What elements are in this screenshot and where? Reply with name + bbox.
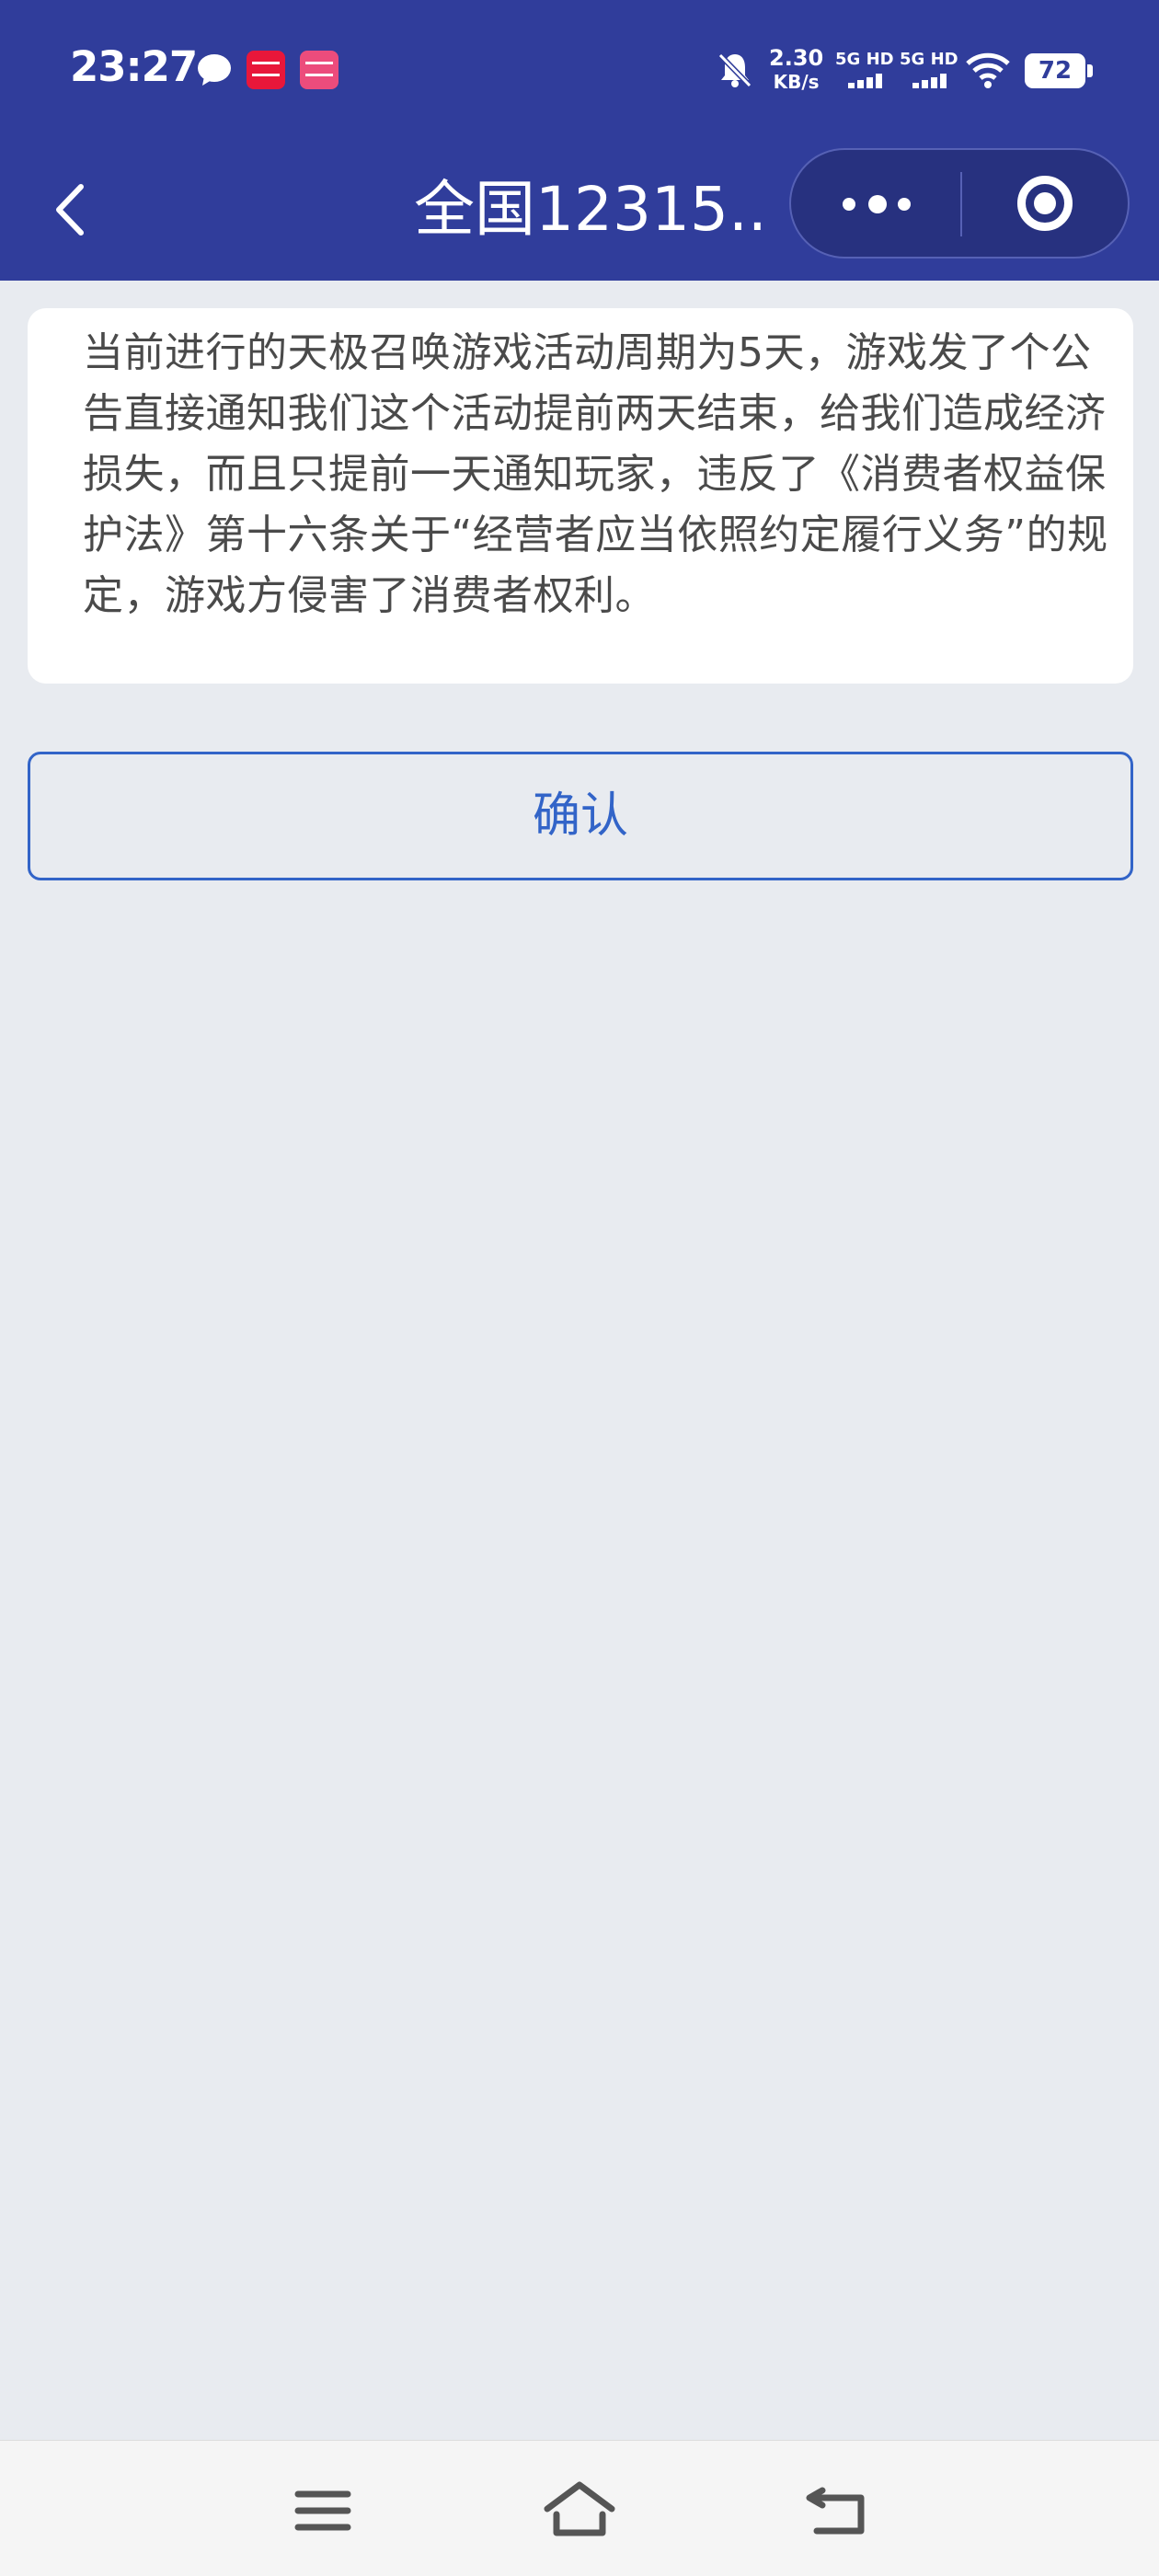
complaint-card: 当前进行的天极召唤游戏活动周期为5天，游戏发了个公告直接通知我们这个活动提前两天… — [28, 308, 1133, 684]
page-title: 全国12315... — [414, 174, 763, 245]
more-dots-icon[interactable] — [791, 150, 960, 257]
signal-icon — [848, 74, 889, 88]
target-close-icon[interactable] — [962, 150, 1128, 257]
signal-icon — [912, 74, 953, 88]
system-nav-bar — [0, 2440, 1159, 2576]
wifi-icon — [966, 52, 1010, 88]
chevron-left-icon[interactable] — [48, 178, 103, 242]
back-icon[interactable] — [797, 2474, 879, 2547]
network-speed: 2.30 KB/s — [769, 46, 823, 94]
top-nav-bar: 全国12315... — [0, 143, 1159, 281]
complaint-text: 当前进行的天极召唤游戏活动周期为5天，游戏发了个公告直接通知我们这个活动提前两天… — [83, 329, 1108, 619]
menu-icon[interactable] — [281, 2474, 364, 2547]
status-bar: 23:27 2.30 KB/s 5G HD 5G HD 72 — [0, 0, 1159, 143]
network-speed-unit: KB/s — [773, 71, 820, 93]
mini-program-capsule — [789, 148, 1130, 259]
signal-label: 5G HD — [835, 50, 894, 69]
battery-icon: 72 — [1025, 53, 1093, 88]
app-notification-icon — [247, 51, 285, 89]
app-notification-icon — [300, 51, 339, 89]
confirm-button[interactable]: 确认 — [28, 752, 1133, 880]
status-time: 23:27 — [70, 42, 198, 91]
chat-bubble-icon — [198, 54, 231, 86]
network-speed-value: 2.30 — [769, 45, 824, 71]
home-icon[interactable] — [538, 2474, 621, 2547]
bell-muted-icon — [717, 52, 752, 88]
signal-label: 5G HD — [900, 50, 958, 69]
